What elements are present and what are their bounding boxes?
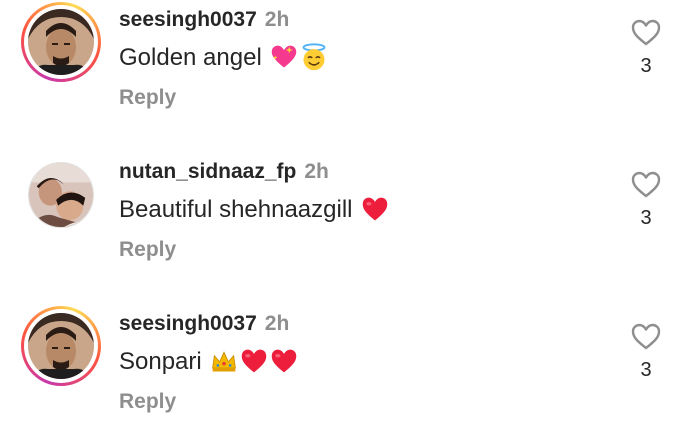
heart-outline-icon[interactable] [630, 169, 662, 199]
comment-text: Beautiful shehnaazgill [119, 195, 389, 225]
avatar[interactable] [21, 306, 101, 386]
comment-body: Beautiful shehnaazgill [119, 196, 353, 223]
comment-body: Sonpari [119, 348, 202, 375]
comment-item: seesingh0037 2h Sonpari Reply 3 [0, 304, 700, 444]
timestamp: 2h [264, 8, 290, 31]
username[interactable]: seesingh0037 [119, 8, 257, 31]
like-count: 3 [640, 207, 652, 229]
username[interactable]: seesingh0037 [119, 312, 257, 335]
comment-header: seesingh0037 2h [119, 312, 289, 336]
avatar[interactable] [28, 162, 94, 228]
red-heart-icon [242, 349, 267, 373]
comment-body: Golden angel [119, 44, 262, 71]
avatar-image [29, 163, 93, 227]
comment-text: Golden angel [119, 43, 328, 73]
like-count: 3 [640, 359, 652, 381]
avatar[interactable] [21, 2, 101, 82]
avatar-image [28, 9, 94, 75]
reply-button[interactable]: Reply [119, 86, 176, 110]
heart-outline-icon[interactable] [630, 321, 662, 351]
timestamp: 2h [264, 312, 290, 335]
timestamp: 2h [304, 160, 329, 183]
comment-item: nutan_sidnaaz_fp 2h Beautiful shehnaazgil… [0, 152, 700, 292]
comment-text: Sonpari [119, 347, 298, 377]
smiling-face-with-halo-icon [302, 43, 326, 70]
comment-header: seesingh0037 2h [119, 8, 289, 32]
like-count: 3 [640, 55, 652, 77]
red-heart-icon [362, 197, 388, 221]
crown-icon [212, 350, 237, 372]
reply-button[interactable]: Reply [119, 238, 176, 262]
reply-button[interactable]: Reply [119, 390, 176, 414]
avatar-image [28, 313, 94, 379]
sparkling-heart-icon [272, 45, 297, 68]
comment-item: seesingh0037 2h Golden angel Reply 3 [0, 0, 700, 140]
comment-header: nutan_sidnaaz_fp 2h [119, 160, 329, 184]
red-heart-icon [272, 349, 297, 373]
username[interactable]: nutan_sidnaaz_fp [119, 160, 296, 183]
heart-outline-icon[interactable] [630, 17, 662, 47]
